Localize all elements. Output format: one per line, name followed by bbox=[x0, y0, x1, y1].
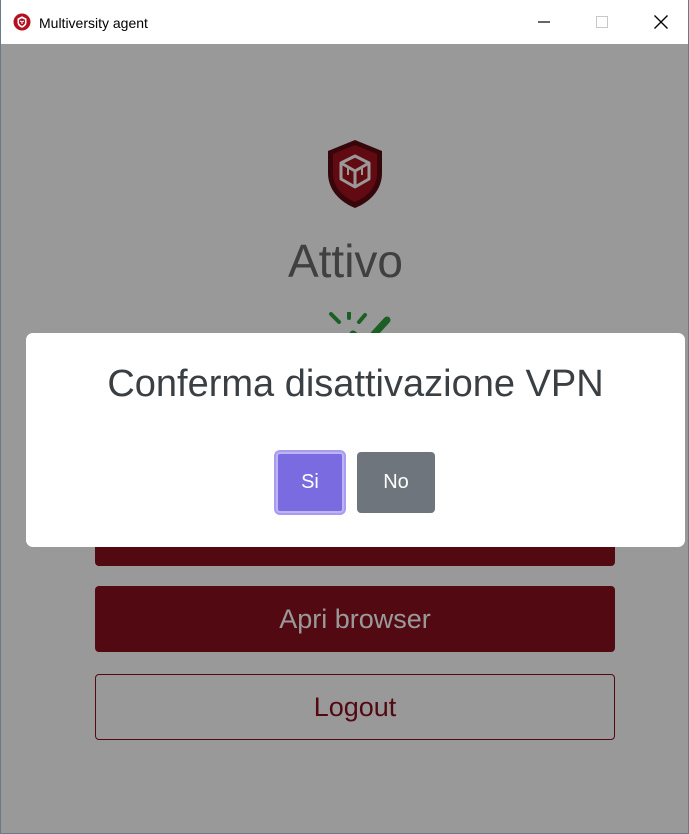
window-title: Multiversity agent bbox=[39, 15, 148, 31]
minimize-button[interactable] bbox=[516, 0, 572, 44]
confirm-yes-button[interactable]: Si bbox=[276, 452, 344, 513]
confirm-no-button[interactable]: No bbox=[357, 452, 435, 513]
close-button[interactable] bbox=[633, 0, 688, 44]
maximize-icon bbox=[596, 16, 608, 28]
title-bar[interactable]: Multiversity agent bbox=[1, 0, 688, 44]
close-icon bbox=[654, 15, 668, 29]
app-window: Multiversity agent Attivo Apri browser L… bbox=[0, 0, 689, 834]
confirm-dialog: Conferma disattivazione VPN Si No bbox=[26, 333, 685, 547]
minimize-icon bbox=[538, 21, 550, 23]
shield-logo-icon bbox=[13, 13, 31, 31]
dialog-title: Conferma disattivazione VPN bbox=[107, 363, 604, 405]
maximize-button[interactable] bbox=[574, 0, 630, 44]
